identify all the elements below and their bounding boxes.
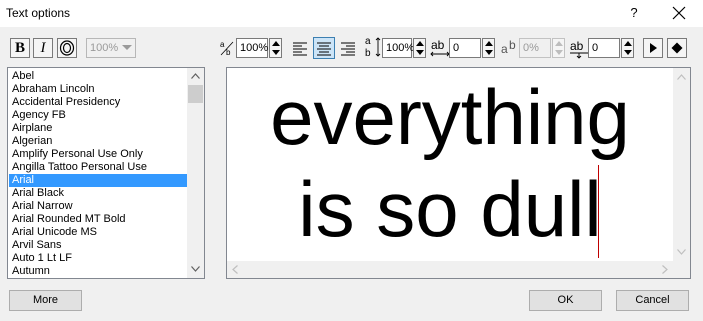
play-icon: [650, 43, 657, 53]
list-item[interactable]: Auto 1 Lt LF: [9, 252, 187, 265]
text-preview[interactable]: everything is so dull: [226, 67, 691, 279]
char-spacing-icon: ab: [430, 38, 450, 57]
list-item[interactable]: Arvil Sans: [9, 239, 187, 252]
preview-vertical-scrollbar[interactable]: [673, 68, 690, 261]
cancel-button[interactable]: Cancel: [616, 290, 689, 311]
align-left-button[interactable]: [289, 37, 311, 59]
scroll-down-icon[interactable]: [677, 249, 686, 255]
help-button[interactable]: ?: [624, 3, 644, 23]
preview-line-2: is so dull: [298, 165, 602, 253]
bold-button[interactable]: B: [10, 38, 30, 58]
list-item[interactable]: Arial Rounded MT Bold: [9, 213, 187, 226]
list-item[interactable]: Arial Narrow: [9, 200, 187, 213]
svg-text:ab: ab: [570, 39, 584, 53]
outline-icon: [59, 40, 75, 56]
svg-text:a: a: [365, 36, 371, 47]
svg-text:ab: ab: [431, 38, 445, 52]
list-item[interactable]: Arial Unicode MS: [9, 226, 187, 239]
list-item[interactable]: Abel: [9, 70, 187, 83]
char-width-input[interactable]: 100%: [236, 38, 268, 58]
svg-text:b: b: [365, 48, 371, 59]
italic-label: I: [40, 39, 46, 56]
char-width-spinner[interactable]: [269, 38, 282, 58]
superscript-icon: a b: [501, 38, 516, 56]
preview-horizontal-scrollbar[interactable]: [227, 261, 673, 278]
window-title: Text options: [6, 6, 71, 20]
baseline-shift-input[interactable]: 0: [588, 38, 620, 58]
list-item[interactable]: Autumn: [9, 265, 187, 278]
svg-text:a: a: [220, 40, 225, 49]
scrollbar-thumb[interactable]: [188, 85, 203, 103]
text-cursor: [598, 165, 599, 258]
list-item[interactable]: Arial Black: [9, 187, 187, 200]
scroll-up-icon[interactable]: [191, 73, 200, 79]
preview-line-1: everything: [270, 73, 630, 161]
font-list[interactable]: Abel Abraham Lincoln Accidental Presiden…: [7, 67, 205, 279]
align-center-button[interactable]: [313, 37, 335, 59]
spin-up-icon: [624, 41, 632, 46]
char-spacing-spinner[interactable]: [482, 38, 495, 58]
title-bar: Text options ?: [0, 0, 703, 27]
align-right-icon: [341, 42, 355, 56]
spin-up-icon: [485, 41, 493, 46]
list-item-selected[interactable]: Arial: [9, 174, 187, 187]
preview-canvas[interactable]: everything is so dull: [227, 68, 673, 261]
scrollbar-corner: [673, 261, 690, 278]
chevron-down-icon: [122, 45, 132, 50]
scroll-down-icon[interactable]: [191, 266, 200, 272]
list-item[interactable]: Accidental Presidency: [9, 96, 187, 109]
diamond-button[interactable]: [667, 38, 687, 58]
font-size-value: 100%: [90, 42, 119, 54]
ok-button[interactable]: OK: [529, 290, 602, 311]
close-icon: [672, 6, 686, 20]
svg-text:b: b: [509, 38, 516, 52]
spin-up-icon: [272, 41, 280, 46]
outline-button[interactable]: [57, 38, 77, 58]
svg-text:a: a: [501, 42, 508, 56]
list-item[interactable]: Amplify Personal Use Only: [9, 148, 187, 161]
line-spacing-input[interactable]: 100%: [382, 38, 414, 58]
spin-down-icon: [272, 50, 280, 55]
char-spacing-input[interactable]: 0: [449, 38, 481, 58]
baseline-shift-icon: ab: [570, 39, 588, 59]
diamond-icon: [671, 42, 683, 54]
char-width-icon: a b: [220, 40, 234, 57]
font-list-scrollbar[interactable]: [187, 68, 204, 278]
play-button[interactable]: [643, 38, 663, 58]
line-spacing-spinner[interactable]: [413, 38, 426, 58]
more-button[interactable]: More: [9, 290, 82, 311]
list-item[interactable]: Agency FB: [9, 109, 187, 122]
spin-down-icon: [485, 50, 493, 55]
line-spacing-icon: a b: [365, 36, 381, 59]
align-center-icon: [317, 42, 331, 56]
italic-button[interactable]: I: [33, 38, 53, 58]
scroll-left-icon[interactable]: [232, 265, 238, 274]
spin-down-icon: [416, 50, 424, 55]
spin-up-icon: [555, 41, 563, 46]
spin-down-icon: [624, 50, 632, 55]
font-size-select[interactable]: 100%: [86, 38, 136, 58]
scroll-right-icon[interactable]: [662, 265, 668, 274]
align-right-button[interactable]: [337, 37, 359, 59]
spin-up-icon: [416, 41, 424, 46]
superscript-input[interactable]: 0%: [519, 38, 551, 58]
superscript-spinner[interactable]: [552, 38, 565, 58]
list-item[interactable]: Algerian: [9, 135, 187, 148]
bold-label: B: [14, 39, 25, 56]
scroll-up-icon[interactable]: [677, 74, 686, 80]
spin-down-icon: [555, 50, 563, 55]
close-button[interactable]: [666, 3, 692, 23]
align-left-icon: [293, 42, 307, 56]
list-item[interactable]: Angilla Tattoo Personal Use: [9, 161, 187, 174]
list-item[interactable]: Abraham Lincoln: [9, 83, 187, 96]
list-item[interactable]: Airplane: [9, 122, 187, 135]
baseline-shift-spinner[interactable]: [621, 38, 634, 58]
